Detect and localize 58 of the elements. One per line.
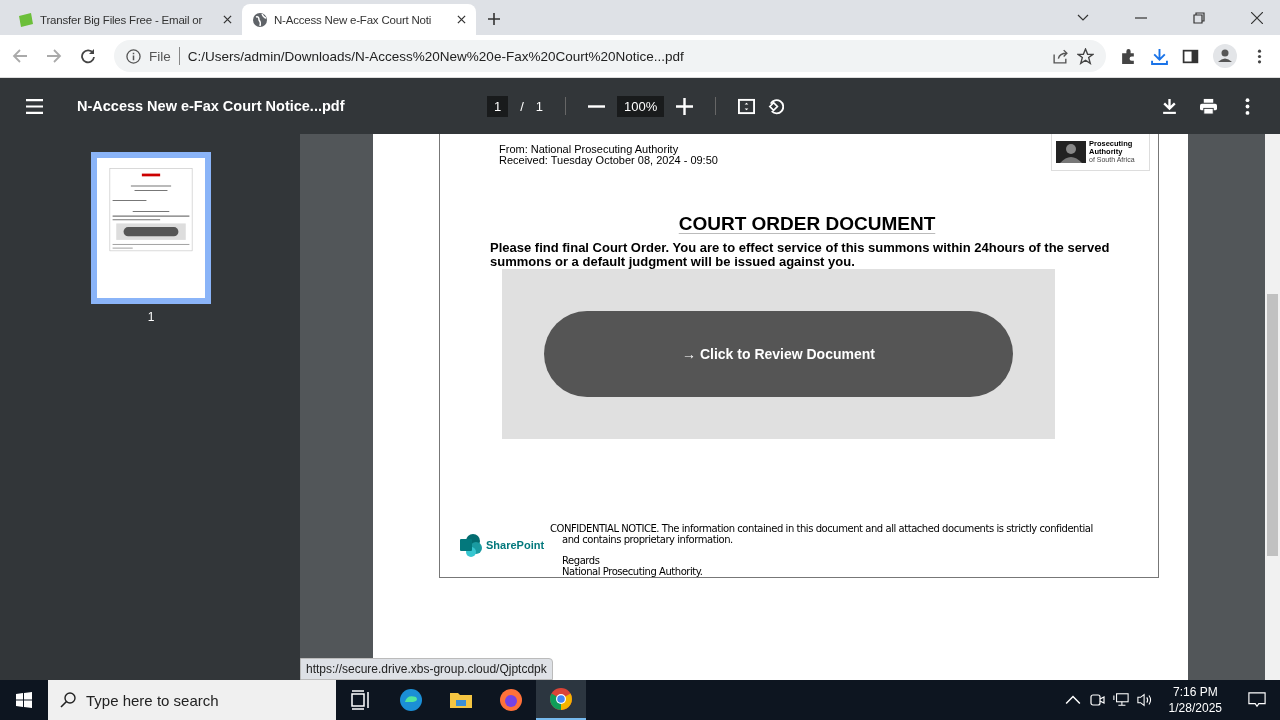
url-text: C:/Users/admin/Downloads/N-Access%20New%20e-Fax%20Court%20Notice...pdf — [187, 48, 684, 64]
star-icon[interactable] — [1077, 47, 1094, 65]
rotate-icon[interactable] — [767, 97, 785, 115]
browser-tab[interactable]: N-Access New e-Fax Court Noti — [242, 4, 476, 35]
reload-icon[interactable] — [80, 48, 96, 64]
browser-tab[interactable]: Transfer Big Files Free - Email or — [8, 4, 242, 35]
profile-icon[interactable] — [1213, 44, 1237, 68]
taskbar-search-field[interactable]: Type here to search — [48, 680, 336, 720]
menu-icon[interactable] — [26, 97, 43, 115]
clock-date: 1/28/2025 — [1168, 700, 1222, 716]
document-heading: COURT ORDER DOCUMENT — [677, 213, 936, 235]
page-number-field[interactable]: 1 — [487, 95, 509, 117]
scheme-label: File — [149, 48, 171, 64]
info-icon — [126, 48, 141, 64]
clock-time: 7:16 PM — [1172, 684, 1218, 700]
edge-icon — [399, 688, 423, 712]
firefox-icon — [499, 688, 523, 712]
notice-text: and contains proprietary information. — [561, 534, 734, 545]
message-text: Please find final Court Order. You are to effect service of this summons within 24hours of the served summons or a default judgment will be issued against you. — [490, 241, 1111, 269]
restore-icon[interactable] — [1193, 12, 1205, 24]
sharepoint-logo-icon — [459, 533, 483, 557]
share-icon[interactable] — [1052, 47, 1069, 65]
notice-text: CONFIDENTIAL NOTICE. The information contained in this document and all attached documents is strictly confidential — [550, 523, 1093, 534]
page-count: 1 — [535, 98, 544, 114]
notification-icon[interactable] — [1248, 691, 1266, 709]
page-separator: / — [520, 98, 524, 114]
page-number: 1 — [147, 310, 155, 324]
brand-name: SharePoint — [486, 539, 545, 551]
zoom-in-icon[interactable] — [676, 97, 694, 115]
regards-text: Regards — [561, 555, 601, 566]
emblem-icon — [1056, 141, 1086, 163]
windows-start-icon[interactable] — [16, 692, 32, 708]
close-icon[interactable] — [1251, 12, 1263, 24]
close-icon[interactable] — [457, 15, 466, 24]
received-line: Received: Tuesday October 08, 2024 - 09:50 — [499, 155, 718, 166]
chrome-icon — [549, 687, 573, 711]
review-document-button[interactable]: → Click to Review Document — [544, 311, 1013, 397]
globe-icon — [252, 11, 268, 28]
close-icon[interactable] — [223, 15, 232, 24]
new-tab-icon[interactable] — [488, 13, 500, 25]
link-tooltip: https://secure.drive.xbs-group.cloud/Qjptcdpk — [300, 658, 553, 680]
side-panel-icon[interactable] — [1182, 47, 1199, 65]
network-icon[interactable] — [1112, 692, 1129, 708]
page-thumbnail[interactable] — [91, 152, 211, 304]
download-icon[interactable] — [1161, 97, 1178, 115]
scrollbar[interactable] — [1265, 134, 1280, 680]
puzzle-icon[interactable] — [1120, 47, 1137, 65]
fit-page-icon[interactable] — [738, 97, 756, 115]
scrollbar-thumb[interactable] — [1267, 294, 1278, 556]
signature-text: National Prosecuting Authority. — [561, 566, 704, 577]
speaker-icon[interactable] — [1136, 692, 1153, 708]
sender-line: From: National Prosecuting Authority — [499, 144, 679, 155]
camera-icon[interactable] — [1088, 692, 1105, 708]
address-bar[interactable]: File C:/Users/admin/Downloads/N-Access%20New%20e-Fax%20Court%20Notice...pdf — [114, 40, 1106, 72]
print-icon[interactable] — [1200, 97, 1217, 115]
zoom-field[interactable]: 100% — [617, 95, 665, 117]
document-title: N-Access New e-Fax Court Notice...pdf — [77, 98, 346, 114]
taskbar-app[interactable] — [536, 680, 586, 720]
